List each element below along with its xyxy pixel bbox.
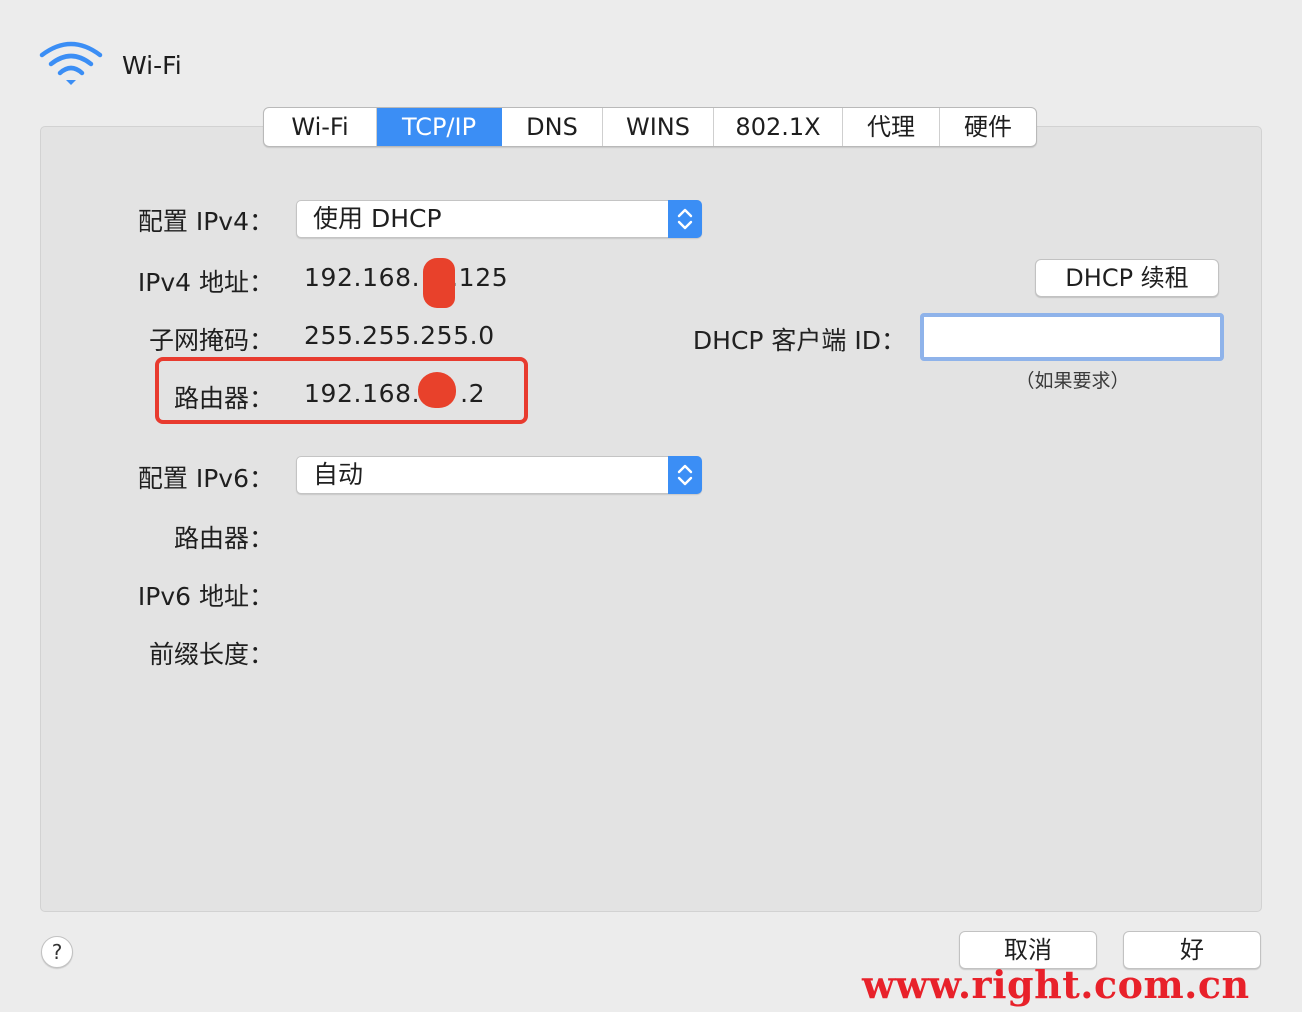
tab-8021x[interactable]: 802.1X: [714, 108, 843, 146]
ipv4-address-label: IPv4 地址：: [137, 268, 274, 297]
wifi-icon: [38, 39, 104, 91]
configure-ipv6-label: 配置 IPv6：: [137, 464, 274, 493]
ipv4-address-suffix: .125: [450, 263, 509, 292]
dhcp-renew-button[interactable]: DHCP 续租: [1035, 259, 1219, 297]
help-button[interactable]: ?: [41, 936, 73, 968]
configure-ipv4-select[interactable]: 使用 DHCP: [296, 200, 702, 238]
tab-wins[interactable]: WINS: [603, 108, 714, 146]
dhcp-client-id-label: DHCP 客户端 ID：: [692, 326, 906, 355]
ipv6-router-label: 路由器：: [173, 524, 274, 553]
configure-ipv6-select[interactable]: 自动: [296, 456, 702, 494]
tab-wifi[interactable]: Wi-Fi: [264, 108, 377, 146]
configure-ipv4-value: 使用 DHCP: [313, 204, 442, 233]
watermark-text: www.right.com.cn: [862, 962, 1250, 1007]
tab-bar: Wi-Fi TCP/IP DNS WINS 802.1X 代理 硬件: [263, 107, 1037, 147]
chevron-up-down-icon: [668, 456, 702, 494]
configure-ipv6-value: 自动: [313, 460, 364, 489]
ipv6-address-label: IPv6 地址：: [137, 582, 274, 611]
subnet-mask-value: 255.255.255.0: [304, 321, 495, 350]
tab-proxy[interactable]: 代理: [843, 108, 940, 146]
dhcp-client-id-hint: （如果要求）: [1015, 370, 1130, 392]
window-header: Wi-Fi: [38, 40, 182, 90]
chevron-up-down-icon: [668, 200, 702, 238]
redaction-mark: [423, 258, 455, 308]
configure-ipv4-label: 配置 IPv4：: [137, 207, 274, 236]
ipv4-address-value: 192.168. .125: [304, 263, 508, 292]
dhcp-client-id-input[interactable]: [920, 313, 1224, 361]
prefix-length-label: 前缀长度：: [148, 640, 274, 669]
subnet-mask-label: 子网掩码：: [148, 326, 274, 355]
tab-tcpip[interactable]: TCP/IP: [377, 108, 502, 146]
highlight-box: [155, 357, 528, 424]
window-title: Wi-Fi: [122, 50, 182, 80]
tab-hardware[interactable]: 硬件: [940, 108, 1036, 146]
ipv4-address-prefix: 192.168.: [304, 263, 421, 292]
tab-dns[interactable]: DNS: [502, 108, 603, 146]
